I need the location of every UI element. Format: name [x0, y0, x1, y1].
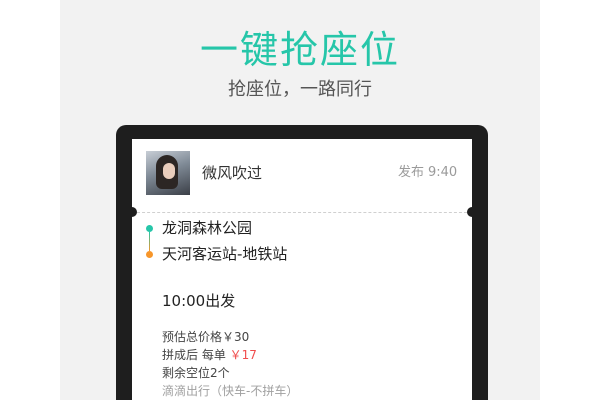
avatar[interactable]	[146, 151, 190, 195]
estimated-total-price: 预估总价格￥30	[162, 330, 250, 344]
depart-time: 10:00出发	[162, 292, 236, 310]
hero-title: 一键抢座位	[199, 28, 400, 72]
service-type: 滴滴出行（快车-不拼车）	[162, 384, 299, 398]
route-connector-line	[149, 232, 150, 251]
hero-subtitle: 抢座位，一路同行	[228, 79, 372, 100]
publish-label: 发布	[398, 165, 425, 180]
seats-left: 剩余空位2个	[162, 366, 230, 380]
user-name[interactable]: 微风吹过	[202, 163, 262, 183]
pool-price-line: 拼成后 每单 ￥17	[162, 347, 257, 363]
pool-price-value: ￥17	[229, 348, 257, 362]
pool-price-prefix: 拼成后 每单	[162, 348, 226, 362]
ride-card[interactable]: 微风吹过 发布 9:40 龙洞森林公园 天河客运站-地铁站 10:00出发 预估…	[132, 139, 472, 400]
end-point-dot-icon	[146, 251, 153, 258]
route-end: 天河客运站-地铁站	[162, 245, 288, 263]
start-point-dot-icon	[146, 225, 153, 232]
route-section: 龙洞森林公园 天河客运站-地铁站 10:00出发 预估总价格￥30 拼成后 每单…	[132, 213, 472, 400]
route-start: 龙洞森林公园	[162, 219, 253, 237]
promo-page: 一键抢座位 抢座位，一路同行 微风吹过 发布 9:40 龙洞森林公园 天河客运站…	[0, 0, 600, 400]
card-header: 微风吹过 发布 9:40	[132, 139, 472, 211]
avatar-face	[163, 163, 175, 179]
phone-frame: 微风吹过 发布 9:40 龙洞森林公园 天河客运站-地铁站 10:00出发 预估…	[116, 125, 488, 400]
publish-time: 9:40	[428, 165, 458, 180]
